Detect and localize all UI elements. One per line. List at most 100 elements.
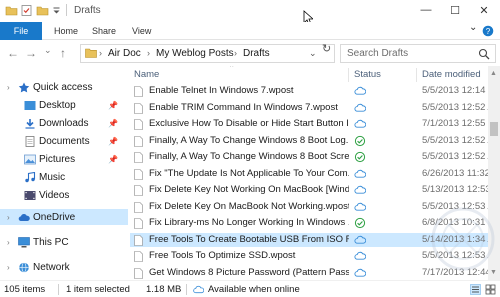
file-name: Fix Delete Key On MacBook Not Working.wp… <box>149 200 349 212</box>
pin-icon[interactable]: 📌 <box>108 137 118 146</box>
nav-desktop-label: Desktop <box>39 99 76 111</box>
help-icon[interactable]: ? <box>482 25 494 37</box>
file-name: Get Windows 8 Picture Password (Pattern … <box>149 266 349 278</box>
music-icon <box>25 171 36 182</box>
pin-icon[interactable]: 📌 <box>108 119 118 128</box>
file-date-modified: 5/5/2013 12:52 AM <box>422 134 488 146</box>
nav-downloads-label: Downloads <box>39 117 89 129</box>
nav-onedrive[interactable]: › OneDrive <box>0 209 128 225</box>
ribbon: File Home Share View ⌄ ? <box>0 22 500 40</box>
title-bar: Drafts — ☐ ✕ <box>0 0 500 26</box>
tab-home[interactable]: Home <box>46 22 86 40</box>
tab-file[interactable]: File <box>0 22 42 40</box>
file-name: Exclusive How To Disable or Hide Start B… <box>149 118 349 129</box>
nav-this-pc-label: This PC <box>33 236 69 248</box>
nav-downloads[interactable]: Downloads 📌 <box>0 115 128 131</box>
up-button[interactable]: ↑ <box>60 46 66 60</box>
column-header-date-modified[interactable]: Date modified <box>422 69 481 80</box>
network-icon <box>19 261 29 273</box>
column-header-name[interactable]: Name <box>134 69 159 80</box>
details-view-icon[interactable] <box>470 284 481 295</box>
file-name: Fix Library-ms No Longer Working In Wind… <box>149 217 349 228</box>
cloud-icon <box>354 119 366 128</box>
properties-icon[interactable] <box>20 4 33 17</box>
watermark-logo <box>431 207 495 271</box>
synced-check-icon <box>354 151 366 163</box>
folder-app-icon[interactable] <box>5 4 18 17</box>
cloud-icon <box>354 169 366 178</box>
chevron-right-icon[interactable]: › <box>7 83 10 92</box>
ribbon-collapse-button[interactable]: ⌄ <box>469 22 477 33</box>
nav-music-label: Music <box>39 171 66 183</box>
nav-videos-label: Videos <box>39 189 70 201</box>
table-row[interactable]: Enable TRIM Command In Windows 7.wpost 5/… <box>130 101 488 115</box>
address-dropdown-button[interactable]: ⌄ <box>309 48 317 59</box>
table-row[interactable]: Enable Telnet In Windows 7.wpost 5/5/2013… <box>130 84 488 98</box>
table-row[interactable]: Finally, A Way To Change Windows 8 Boot … <box>130 134 488 148</box>
refresh-button[interactable]: ↻ <box>322 42 331 55</box>
nav-network-label: Network <box>33 261 70 273</box>
table-row[interactable]: Finally, A Way To Change Windows 8 Boot … <box>130 150 488 164</box>
search-icon[interactable] <box>478 48 490 60</box>
chevron-right-icon[interactable]: › <box>7 263 10 272</box>
tab-share[interactable]: Share <box>84 22 124 40</box>
breadcrumb-air-doc[interactable]: Air Doc <box>108 48 141 59</box>
file-icon <box>134 251 143 262</box>
file-name: Finally, A Way To Change Windows 8 Boot … <box>149 134 349 146</box>
file-icon <box>134 201 143 213</box>
tab-view[interactable]: View <box>124 22 159 40</box>
nav-videos[interactable]: Videos <box>0 187 128 203</box>
file-icon <box>134 135 143 147</box>
search-input[interactable]: Search Drafts <box>340 44 496 63</box>
new-folder-icon[interactable] <box>36 4 49 17</box>
address-box[interactable]: › Air Doc › My Weblog Posts › Drafts ⌄ <box>80 44 335 63</box>
table-row[interactable]: Exclusive How To Disable or Hide Start B… <box>130 117 488 131</box>
file-icon <box>134 119 143 130</box>
nav-network[interactable]: › Network <box>0 259 128 275</box>
back-button[interactable]: ← <box>7 46 19 60</box>
table-row[interactable]: Fix Delete Key Not Working On MacBook [W… <box>130 183 488 197</box>
column-divider[interactable] <box>416 68 417 82</box>
file-date-modified: 5/5/2013 12:52 AM <box>422 151 488 162</box>
forward-button[interactable]: → <box>25 46 37 60</box>
cloud-icon <box>354 185 366 194</box>
nav-quick-access[interactable]: › Quick access <box>0 79 128 95</box>
help-glyph: ? <box>486 27 491 36</box>
recent-locations-button[interactable]: ⌄ <box>44 45 52 56</box>
breadcrumb-separator[interactable]: › <box>234 48 237 58</box>
nav-this-pc[interactable]: › This PC <box>0 234 128 250</box>
window-title: Drafts <box>74 5 101 16</box>
column-header-status[interactable]: Status <box>354 69 381 80</box>
pin-icon[interactable]: 📌 <box>108 101 118 110</box>
breadcrumb-my-weblog-posts[interactable]: My Weblog Posts <box>156 48 234 59</box>
customize-toolbar-icon[interactable] <box>52 4 61 17</box>
selection-size: 1.18 MB <box>146 284 182 295</box>
pin-icon[interactable]: 📌 <box>108 155 118 164</box>
file-icon <box>134 185 143 196</box>
breadcrumb-drafts[interactable]: Drafts <box>243 48 270 59</box>
status-divider <box>58 284 59 295</box>
column-divider[interactable] <box>348 68 349 82</box>
breadcrumb-separator[interactable]: › <box>147 48 150 58</box>
breadcrumb-separator[interactable]: › <box>99 48 102 58</box>
nav-documents[interactable]: Documents 📌 <box>0 133 128 149</box>
pictures-icon <box>24 154 36 164</box>
cloud-icon <box>193 285 204 294</box>
nav-desktop[interactable]: Desktop 📌 <box>0 97 128 113</box>
nav-pictures[interactable]: Pictures 📌 <box>0 151 128 167</box>
status-divider <box>186 284 187 295</box>
table-row[interactable]: Fix "The Update Is Not Applicable To You… <box>130 167 488 181</box>
minimize-button[interactable]: — <box>412 0 440 20</box>
close-button[interactable]: ✕ <box>470 0 498 20</box>
chevron-right-icon[interactable]: › <box>7 213 10 222</box>
navigation-pane: › Quick access Desktop 📌 Downloads 📌 Doc… <box>0 66 128 280</box>
star-icon <box>18 82 30 92</box>
maximize-button[interactable]: ☐ <box>441 0 469 20</box>
file-icon <box>134 168 143 180</box>
nav-music[interactable]: Music <box>0 169 128 185</box>
scroll-up-arrow[interactable]: ▲ <box>490 70 497 77</box>
large-icons-view-icon[interactable] <box>485 284 496 295</box>
scrollbar-thumb[interactable] <box>490 122 498 136</box>
file-icon <box>134 102 143 114</box>
chevron-right-icon[interactable]: › <box>7 238 10 247</box>
